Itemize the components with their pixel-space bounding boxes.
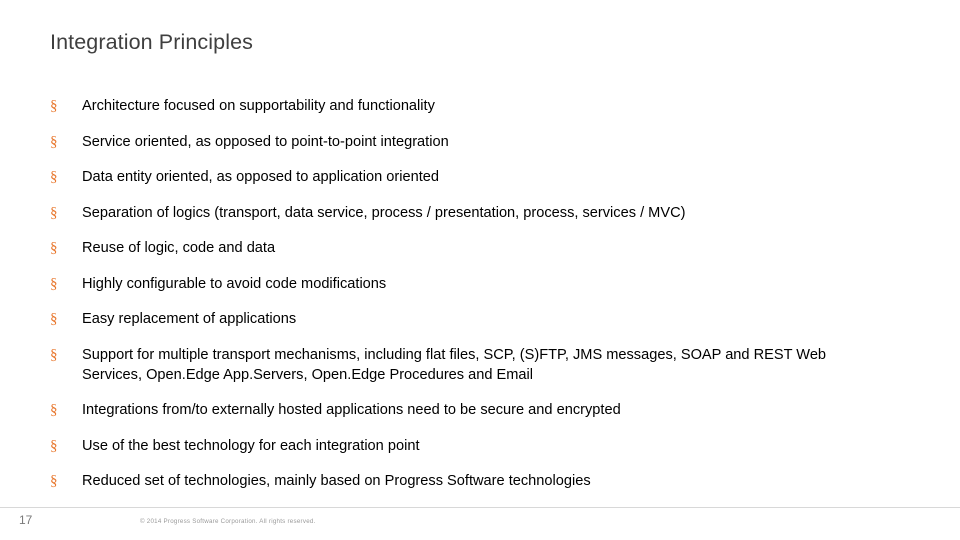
list-item: § Support for multiple transport mechani… xyxy=(50,345,880,385)
bullet-marker-icon: § xyxy=(50,98,58,114)
list-item: § Integrations from/to externally hosted… xyxy=(50,400,880,420)
list-item-text: Architecture focused on supportability a… xyxy=(82,98,435,114)
bullet-marker-icon: § xyxy=(50,169,58,185)
list-item: § Reduced set of technologies, mainly ba… xyxy=(50,471,880,491)
list-item: § Easy replacement of applications xyxy=(50,309,880,329)
slide: Integration Principles § Architecture fo… xyxy=(0,0,960,540)
bullet-list: § Architecture focused on supportability… xyxy=(50,96,880,507)
list-item-text: Reuse of logic, code and data xyxy=(82,240,276,256)
list-item: § Data entity oriented, as opposed to ap… xyxy=(50,167,880,187)
bullet-marker-icon: § xyxy=(50,437,58,454)
list-item: § Separation of logics (transport, data … xyxy=(50,203,880,223)
list-item-text: Separation of logics (transport, data se… xyxy=(82,204,686,221)
bullet-marker-icon: § xyxy=(50,204,58,221)
bullet-marker-icon: § xyxy=(50,402,58,418)
bullet-marker-icon: § xyxy=(50,473,58,489)
list-item-text: Service oriented, as opposed to point-to… xyxy=(82,133,449,150)
bullet-marker-icon: § xyxy=(50,275,58,292)
list-item-text: Integrations from/to externally hosted a… xyxy=(82,402,621,418)
list-item-text: Support for multiple transport mechanism… xyxy=(82,346,827,383)
list-item: § Highly configurable to avoid code modi… xyxy=(50,274,880,294)
list-item-text: Easy replacement of applications xyxy=(82,311,297,327)
bullet-marker-icon: § xyxy=(50,346,58,363)
list-item: § Architecture focused on supportability… xyxy=(50,96,880,116)
list-item-text: Data entity oriented, as opposed to appl… xyxy=(82,169,439,185)
footer-divider xyxy=(0,507,960,508)
list-item-text: Highly configurable to avoid code modifi… xyxy=(82,275,387,292)
copyright-notice: © 2014 Progress Software Corporation. Al… xyxy=(140,518,316,525)
list-item: § Service oriented, as opposed to point-… xyxy=(50,132,880,152)
bullet-marker-icon: § xyxy=(50,311,58,327)
list-item: § Use of the best technology for each in… xyxy=(50,436,880,456)
slide-number: 17 xyxy=(19,513,33,527)
list-item-text: Use of the best technology for each inte… xyxy=(82,437,420,454)
list-item: § Reuse of logic, code and data xyxy=(50,238,880,258)
bullet-marker-icon: § xyxy=(50,240,58,256)
list-item-text: Reduced set of technologies, mainly base… xyxy=(82,473,591,489)
bullet-marker-icon: § xyxy=(50,133,58,150)
page-title: Integration Principles xyxy=(50,30,253,54)
